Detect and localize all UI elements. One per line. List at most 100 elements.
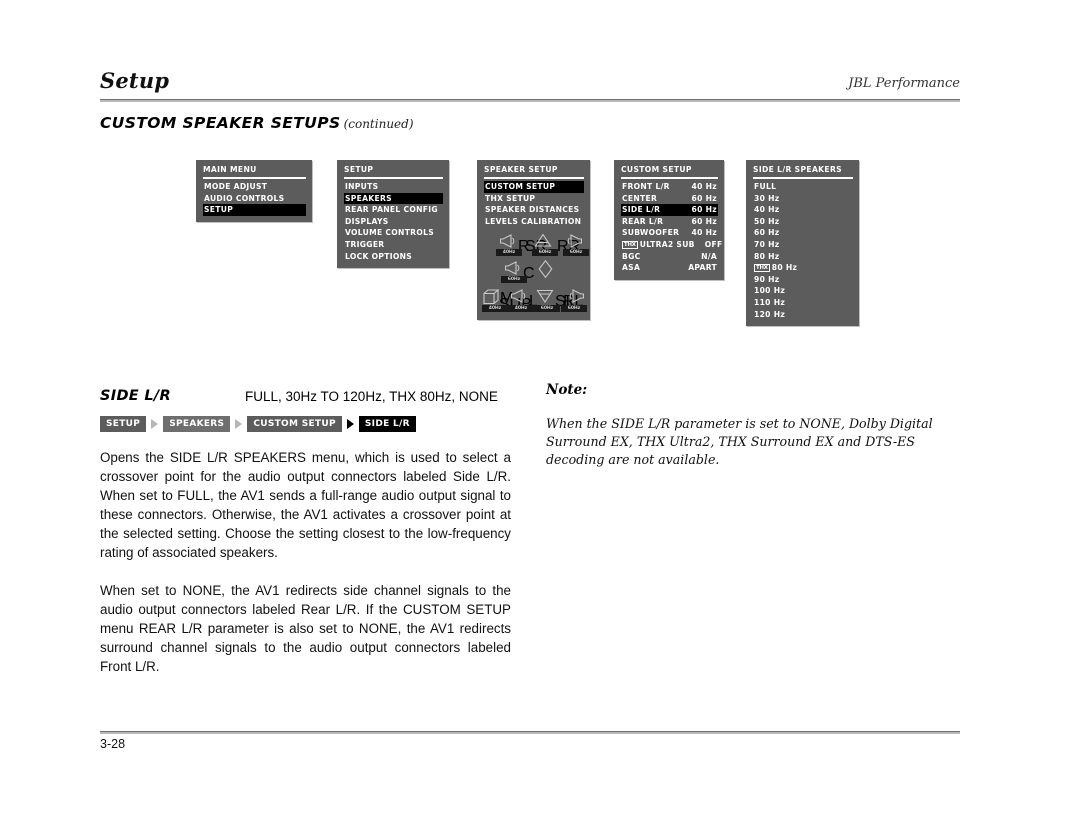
osd-row-label: INPUTS [345, 182, 379, 191]
osd-row-label: SPEAKERS [345, 193, 392, 203]
osd-row[interactable]: REAR L/R 60 Hz [621, 216, 718, 228]
breadcrumb-item-side-lr[interactable]: SIDE L/R [358, 416, 416, 432]
osd-row[interactable]: THX SETUP [484, 193, 584, 205]
osd-row-label: ULTRA2 SUB [639, 239, 695, 249]
osd-row-label: 50 Hz [754, 216, 780, 226]
document-page: Setup JBL Performance CUSTOM SPEAKER SET… [0, 0, 1080, 834]
osd-row-label: 40 Hz [754, 205, 780, 215]
osd-title: CUSTOM SETUP [621, 165, 692, 174]
speaker-icon-rear-right [566, 234, 582, 249]
osd-row[interactable]: BGC N/A [621, 251, 718, 263]
osd-row[interactable]: SPEAKER DISTANCES [484, 204, 584, 216]
osd-row-value: 40 Hz [691, 228, 717, 238]
osd-row[interactable]: ASA APART [621, 262, 718, 274]
osd-row[interactable]: VOLUME CONTROLS [344, 227, 443, 239]
osd-row[interactable]: DISPLAYS [344, 216, 443, 228]
chevron-right-icon-active [346, 419, 354, 429]
breadcrumb-item-speakers[interactable]: SPEAKERS [163, 416, 231, 432]
osd-row[interactable]: 80 Hz [753, 251, 853, 263]
osd-row[interactable]: THX ULTRA2 SUB OFF [621, 239, 722, 251]
osd-row[interactable]: 60 Hz [753, 227, 853, 239]
osd-row-label: 120 Hz [754, 309, 786, 319]
osd-row[interactable]: FRONT L/R 40 Hz [621, 181, 718, 193]
osd-row[interactable]: REAR PANEL CONFIG [344, 204, 443, 216]
osd-row-label: VOLUME CONTROLS [345, 228, 434, 238]
osd-row-value: APART [688, 263, 717, 273]
osd-title-underline [203, 177, 306, 179]
section-heading-text: CUSTOM SPEAKER SETUPS [100, 114, 341, 132]
brand-label: JBL Performance [848, 76, 960, 91]
speaker-icon-center [505, 261, 521, 276]
osd-row[interactable]: 110 Hz [753, 297, 853, 309]
osd-row-value: N/A [701, 251, 717, 261]
osd-title: MAIN MENU [203, 165, 257, 174]
osd-row-label: SPEAKER DISTANCES [485, 205, 580, 215]
note-title: Note: [546, 382, 588, 398]
crossover-chip-C: 60Hz [501, 276, 527, 284]
osd-row-label: CENTER [622, 193, 658, 203]
section-heading: CUSTOM SPEAKER SETUPS (continued) [100, 114, 414, 133]
osd-row[interactable]: INPUTS [344, 181, 443, 193]
parameter-name: SIDE L/R [100, 388, 171, 404]
osd-row[interactable]: 70 Hz [753, 239, 853, 251]
osd-row[interactable]: THX 80 Hz [753, 262, 853, 274]
osd-row-label: CUSTOM SETUP [485, 182, 556, 191]
speaker-icon-surround-left [536, 290, 554, 304]
crossover-chip-SUB: 40Hz [482, 305, 508, 313]
osd-row-label: LEVELS CALIBRATION [485, 216, 582, 226]
osd-row[interactable]: AUDIO CONTROLS [203, 193, 306, 205]
thx-logo-icon: THX [622, 240, 638, 249]
osd-row[interactable]: TRIGGER [344, 239, 443, 251]
chevron-right-icon [235, 419, 243, 429]
osd-side-lr-speakers-menu: SIDE L/R SPEAKERS FULL 30 Hz 40 Hz 50 Hz… [746, 160, 859, 327]
osd-title-underline [484, 177, 584, 179]
osd-row-label: TRIGGER [345, 239, 385, 249]
osd-row[interactable]: LEVELS CALIBRATION [484, 216, 584, 228]
osd-row[interactable]: 100 Hz [753, 285, 853, 297]
thx-logo-icon: THX [754, 264, 770, 273]
breadcrumb: SETUP SPEAKERS CUSTOM SETUP SIDE L/R [100, 416, 416, 432]
osd-row-value: 60 Hz [691, 216, 717, 226]
crossover-chip-RR: 60Hz [563, 249, 589, 257]
osd-title-underline [344, 177, 443, 179]
breadcrumb-item-setup[interactable]: SETUP [100, 416, 147, 432]
osd-row[interactable]: LOCK OPTIONS [344, 251, 443, 263]
osd-row-selected[interactable]: SPEAKERS [344, 192, 443, 205]
osd-title: SPEAKER SETUP [484, 165, 558, 174]
osd-row[interactable]: 120 Hz [753, 309, 853, 321]
osd-setup-menu: SETUP INPUTS SPEAKERS REAR PANEL CONFIG … [337, 160, 449, 269]
osd-row[interactable]: SUBWOOFER 40 Hz [621, 227, 718, 239]
osd-row-label-wrap: THX ULTRA2 SUB [622, 239, 695, 251]
osd-row-selected[interactable]: CUSTOM SETUP [484, 181, 584, 193]
parameter-block: SIDE L/R FULL, 30Hz TO 120Hz, THX 80Hz, … [100, 387, 510, 405]
crossover-chip-SR: 60Hz [532, 249, 558, 257]
osd-main-menu: MAIN MENU MODE ADJUST AUDIO CONTROLS SET… [196, 160, 312, 222]
osd-row-selected[interactable]: SIDE L/R 60 Hz [621, 204, 718, 216]
osd-row-selected[interactable]: SETUP [203, 204, 306, 216]
osd-row[interactable]: FULL [753, 181, 853, 193]
osd-custom-setup-menu: CUSTOM SETUP FRONT L/R 40 Hz CENTER 60 H… [614, 160, 724, 280]
osd-row-label: 90 Hz [754, 274, 780, 284]
osd-row[interactable]: CENTER 60 Hz [621, 193, 718, 205]
crossover-chip-SL: 60Hz [534, 305, 560, 313]
osd-row-label: 70 Hz [754, 239, 780, 249]
osd-row[interactable]: MODE ADJUST [203, 181, 306, 193]
speaker-icon-rear-left [568, 289, 584, 304]
osd-row-value: OFF [704, 239, 723, 249]
crossover-chip-R: 40Hz [496, 249, 522, 257]
osd-row[interactable]: 50 Hz [753, 216, 853, 228]
osd-row[interactable]: 90 Hz [753, 274, 853, 286]
note-block: Note: When the SIDE L/R parameter is set… [546, 382, 966, 469]
osd-title: SETUP [344, 165, 374, 174]
osd-row[interactable]: 40 Hz [753, 204, 853, 216]
page-header: Setup JBL Performance [100, 68, 960, 102]
breadcrumb-item-custom-setup[interactable]: CUSTOM SETUP [247, 416, 342, 432]
body-text: Opens the SIDE L/R SPEAKERS menu, which … [100, 448, 511, 676]
osd-row-label: THX SETUP [485, 193, 536, 203]
osd-row-label: FULL [754, 182, 777, 191]
osd-row[interactable]: 30 Hz [753, 193, 853, 205]
osd-title: SIDE L/R SPEAKERS [753, 165, 842, 174]
parameter-values: FULL, 30Hz TO 120Hz, THX 80Hz, NONE [245, 389, 498, 404]
osd-row-label: FRONT L/R [622, 182, 670, 191]
osd-speaker-setup-menu: SPEAKER SETUP CUSTOM SETUP THX SETUP SPE… [477, 160, 590, 321]
